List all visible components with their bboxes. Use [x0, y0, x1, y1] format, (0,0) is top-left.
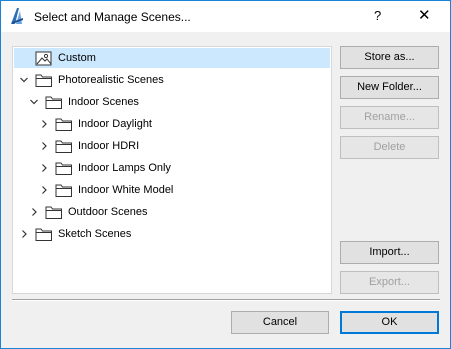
chevron-right-icon[interactable]	[39, 184, 49, 196]
tree-item-label: Indoor HDRI	[78, 140, 140, 152]
archicad-app-icon	[11, 8, 23, 24]
tree-item-indoor-hdri[interactable]: Indoor HDRI	[14, 136, 330, 156]
chevron-right-icon[interactable]	[39, 118, 49, 130]
delete-button[interactable]: Delete	[340, 136, 439, 159]
tree-item-label: Photorealistic Scenes	[58, 74, 164, 86]
tree-item-label: Indoor Daylight	[78, 118, 152, 130]
tree-item-indoor-daylight[interactable]: Indoor Daylight	[14, 114, 330, 134]
export-button[interactable]: Export...	[340, 271, 439, 294]
chevron-down-icon[interactable]	[19, 74, 29, 86]
scenes-tree[interactable]: Custom Photorealistic Scenes Indoor Scen…	[12, 46, 332, 294]
tree-item-indoor-lamps-only[interactable]: Indoor Lamps Only	[14, 158, 330, 178]
tree-item-label: Indoor Lamps Only	[78, 162, 171, 174]
tree-item-label: Indoor Scenes	[68, 96, 139, 108]
tree-item-label: Outdoor Scenes	[68, 206, 148, 218]
tree-item-indoor-white-model[interactable]: Indoor White Model	[14, 180, 330, 200]
tree-item-label: Sketch Scenes	[58, 228, 132, 240]
tree-item-custom[interactable]: Custom	[14, 48, 330, 68]
folder-icon	[35, 74, 52, 87]
tree-item-photorealistic-scenes[interactable]: Photorealistic Scenes	[14, 70, 330, 90]
folder-icon	[55, 184, 72, 197]
cancel-button[interactable]: Cancel	[231, 311, 329, 334]
chevron-right-icon[interactable]	[39, 140, 49, 152]
tree-item-outdoor-scenes[interactable]: Outdoor Scenes	[14, 202, 330, 222]
tree-item-label: Custom	[58, 52, 96, 64]
select-manage-scenes-dialog: Select and Manage Scenes... ? ✕ Custom P…	[0, 0, 451, 349]
tree-item-sketch-scenes[interactable]: Sketch Scenes	[14, 224, 330, 244]
chevron-right-icon[interactable]	[39, 162, 49, 174]
tree-item-label: Indoor White Model	[78, 184, 174, 196]
folder-icon	[45, 96, 62, 109]
new-folder-button[interactable]: New Folder...	[340, 76, 439, 99]
window-title: Select and Manage Scenes...	[34, 10, 191, 24]
ok-button[interactable]: OK	[340, 311, 439, 334]
tree-item-indoor-scenes[interactable]: Indoor Scenes	[14, 92, 330, 112]
chevron-right-icon[interactable]	[19, 228, 29, 240]
folder-icon	[55, 162, 72, 175]
title-bar: Select and Manage Scenes... ? ✕	[1, 1, 450, 32]
chevron-right-icon[interactable]	[29, 206, 39, 218]
folder-icon	[55, 140, 72, 153]
scene-image-icon	[35, 51, 52, 66]
folder-icon	[55, 118, 72, 131]
store-as-button[interactable]: Store as...	[340, 46, 439, 69]
folder-icon	[45, 206, 62, 219]
folder-icon	[35, 228, 52, 241]
footer-divider	[12, 299, 440, 301]
rename-button[interactable]: Rename...	[340, 106, 439, 129]
import-button[interactable]: Import...	[340, 241, 439, 264]
close-button[interactable]: ✕	[418, 6, 431, 24]
help-button[interactable]: ?	[374, 8, 381, 23]
chevron-down-icon[interactable]	[29, 96, 39, 108]
